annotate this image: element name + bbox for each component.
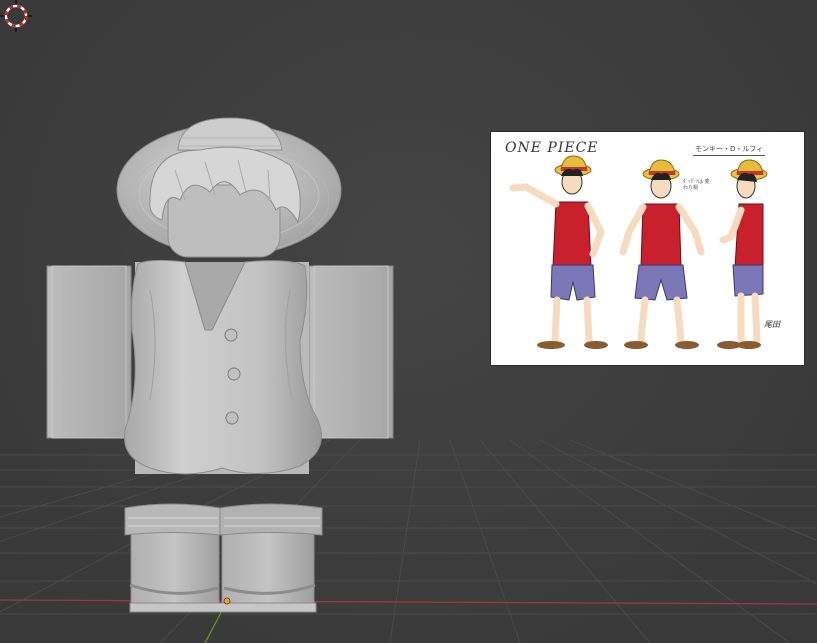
character-sheet-drawing (509, 155, 768, 349)
head-with-hat (116, 117, 342, 258)
3d-cursor-icon[interactable] (0, 0, 32, 32)
reference-character-name: モンキー・D・ルフィ (693, 144, 766, 156)
reference-signature: 尾田 (764, 320, 780, 329)
reference-note: ﾀﾞｯｸﾞﾂは 麦わら帽 (683, 179, 710, 191)
reference-image[interactable]: ONE PIECE モンキー・D・ルフィ ﾀﾞｯｸﾞﾂは 麦わら帽 尾田 (491, 132, 804, 365)
origin-point-icon (223, 597, 231, 605)
torso-vest (124, 259, 322, 475)
3d-viewport[interactable]: ONE PIECE モンキー・D・ルフィ ﾀﾞｯｸﾞﾂは 麦わら帽 尾田 (0, 0, 817, 643)
legs (124, 503, 323, 613)
reference-title: ONE PIECE (505, 140, 599, 156)
